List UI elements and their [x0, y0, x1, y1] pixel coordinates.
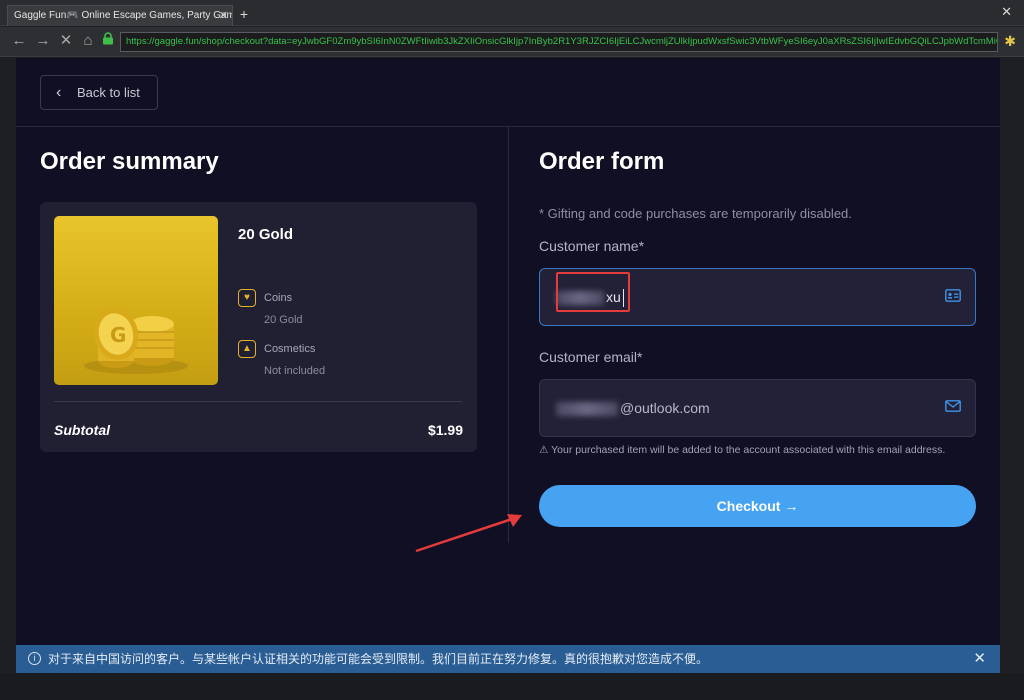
- redacted-text: [556, 402, 618, 417]
- address-bar[interactable]: https://gaggle.fun/shop/checkout?data=ey…: [120, 32, 998, 52]
- mail-icon: [945, 400, 961, 414]
- gifting-notice: * Gifting and code purchases are tempora…: [539, 206, 852, 221]
- attr-coins-value: 20 Gold: [264, 314, 303, 326]
- banner-close-icon[interactable]: ✕: [973, 645, 986, 673]
- coin-icon: ♥: [238, 289, 256, 307]
- order-summary-title: Order summary: [40, 148, 219, 175]
- browser-tabbar: Gaggle Fun🎮 Online Escape Games, Party G…: [0, 0, 1024, 26]
- annotation-highlight-box: [556, 272, 630, 312]
- product-image: G: [54, 216, 218, 385]
- back-arrow-icon[interactable]: ←: [10, 32, 28, 50]
- new-tab-button[interactable]: +: [236, 7, 252, 23]
- attr-cosmetics-value: Not included: [264, 365, 326, 377]
- order-form-title: Order form: [539, 148, 665, 175]
- attr-coins-label: Coins: [264, 292, 293, 304]
- column-divider: [508, 127, 509, 543]
- os-taskbar: [0, 673, 1024, 700]
- customer-email-value: @outlook.com: [556, 380, 710, 436]
- subtotal-label: Subtotal: [54, 422, 110, 438]
- id-card-icon: [945, 289, 961, 303]
- attr-cosmetics-label: Cosmetics: [264, 343, 316, 355]
- banner-text: 对于来自中国访问的客户。与某些帐户认证相关的功能可能会受到限制。我们目前正在努力…: [48, 652, 709, 666]
- subtotal-value: $1.99: [427, 422, 463, 438]
- tab-close-icon[interactable]: ✕: [219, 6, 228, 26]
- customer-name-input[interactable]: xu: [539, 268, 976, 326]
- annotation-arrow: [415, 514, 522, 553]
- region-notice-banner: i 对于来自中国访问的客户。与某些帐户认证相关的功能可能会受到限制。我们目前正在…: [16, 645, 1000, 673]
- back-label: Back to list: [77, 85, 140, 100]
- stop-loading-icon[interactable]: ✕: [57, 32, 75, 50]
- svg-text:G: G: [110, 323, 126, 347]
- home-icon[interactable]: ⌂: [79, 32, 97, 50]
- chevron-left-icon: ‹: [56, 84, 62, 101]
- order-summary-card: G 20 Gold ♥ Coins 20 Gold ▲ Cosmetics No…: [40, 202, 477, 452]
- forward-arrow-icon[interactable]: →: [34, 32, 52, 50]
- browser-tab[interactable]: Gaggle Fun🎮 Online Escape Games, Party G…: [7, 5, 233, 26]
- extension-icon[interactable]: ✱: [1004, 33, 1016, 50]
- card-divider: [54, 401, 462, 402]
- window-close-icon[interactable]: ✕: [1001, 4, 1012, 20]
- browser-toolbar: ← → ✕ ⌂ https://gaggle.fun/shop/checkout…: [0, 27, 1024, 57]
- info-icon: i: [28, 652, 41, 665]
- checkout-button[interactable]: Checkout →: [539, 485, 976, 527]
- hat-icon: ▲: [238, 340, 256, 358]
- customer-name-label: Customer name*: [539, 238, 645, 254]
- customer-email-label: Customer email*: [539, 349, 643, 365]
- checkout-page: ‹ Back to list Order summary G 20 Gold ♥…: [16, 58, 1000, 700]
- back-to-list-button[interactable]: ‹ Back to list: [40, 75, 158, 110]
- email-hint: ⚠ Your purchased item will be added to t…: [539, 444, 946, 456]
- tab-title: Gaggle Fun🎮 Online Escape Games, Party G…: [14, 10, 233, 21]
- gold-coins-illustration: G: [84, 308, 188, 374]
- product-name: 20 Gold: [238, 226, 294, 243]
- lock-icon: [99, 32, 117, 50]
- customer-email-input[interactable]: @outlook.com: [539, 379, 976, 437]
